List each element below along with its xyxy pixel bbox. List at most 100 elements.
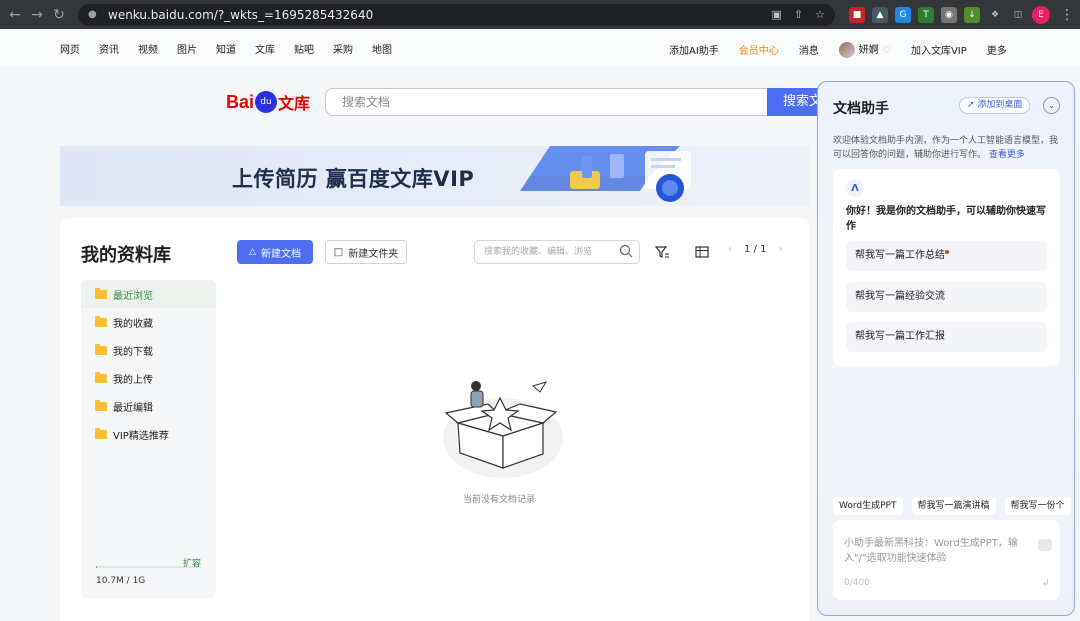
storage-bar: 扩容 <box>96 559 201 569</box>
send-icon[interactable]: ↲ <box>1042 578 1050 589</box>
search-input[interactable]: 搜索文档 <box>325 88 768 116</box>
collapse-icon[interactable]: ⌄ <box>1043 97 1060 114</box>
storage-used: 10.7M <box>96 576 124 586</box>
share-icon[interactable]: ⇧ <box>794 8 803 21</box>
baidu-wenku-logo[interactable]: Bai du 文库 <box>226 88 310 116</box>
add-to-desktop-button[interactable]: ➚ 添加到桌面 <box>959 97 1031 114</box>
search-icon[interactable] <box>619 244 633 258</box>
extension-shield-icon[interactable]: ▲ <box>872 6 888 23</box>
next-page-icon[interactable]: › <box>778 244 782 255</box>
suggestion-experience-exchange[interactable]: 帮我写一篇经验交流 <box>846 282 1047 312</box>
nav-link-map[interactable]: 地图 <box>372 41 392 56</box>
camera-icon[interactable]: ◉ <box>941 6 957 23</box>
library-search-input[interactable]: 搜索我的收藏、编辑、浏览 <box>474 240 640 264</box>
vip-center-link[interactable]: 会员中心 <box>739 42 779 57</box>
chip-write-one[interactable]: 帮我写一份个 <box>1004 497 1071 515</box>
pin-icon: ➚ <box>967 100 975 110</box>
new-document-button[interactable]: △ 新建文档 <box>237 240 313 264</box>
nav-link-tieba[interactable]: 贴吧 <box>294 41 314 56</box>
banner-illustration <box>520 146 691 202</box>
nav-link-web[interactable]: 网页 <box>60 41 80 56</box>
nav-link-images[interactable]: 图片 <box>177 41 197 56</box>
folder-icon <box>95 399 107 411</box>
reload-icon[interactable]: ↻ <box>48 4 70 26</box>
nav-link-zhidao[interactable]: 知道 <box>216 41 236 56</box>
download-icon[interactable]: ↓ <box>964 6 980 23</box>
extension-red-icon[interactable]: ■ <box>849 6 865 23</box>
sidebar-item-vip-picks[interactable]: VIP精选推荐 <box>81 420 216 448</box>
char-count: 0/400 <box>844 578 870 588</box>
robot-icon[interactable] <box>1038 539 1052 551</box>
sidepanel-icon[interactable]: ◫ <box>1010 7 1026 23</box>
empty-state-text: 当前没有文档记录 <box>463 495 536 505</box>
forward-icon[interactable]: → <box>26 4 48 26</box>
page-title: 我的资料库 <box>81 245 171 266</box>
nav-link-news[interactable]: 资讯 <box>99 41 119 56</box>
folder-icon <box>95 371 107 383</box>
view-more-link[interactable]: 查看更多 <box>989 150 1025 160</box>
bookmark-star-icon[interactable]: ☆ <box>815 8 825 21</box>
sidebar-item-recent-edits[interactable]: 最近编辑 <box>81 392 216 420</box>
prev-page-icon[interactable]: ‹ <box>728 244 732 255</box>
lock-icon: ● <box>88 9 97 20</box>
expand-storage-link[interactable]: 扩容 <box>183 556 201 569</box>
translate-icon[interactable]: G <box>895 6 911 23</box>
suggestion-work-summary[interactable]: 帮我写一篇工作总结 <box>846 241 1047 271</box>
heart-icon: ♡ <box>881 45 891 56</box>
table-view-icon[interactable] <box>694 244 710 260</box>
new-folder-button[interactable]: □ 新建文件夹 <box>325 240 407 264</box>
empty-box-illustration <box>443 381 563 478</box>
more-link[interactable]: 更多 <box>987 42 1007 57</box>
menu-icon[interactable]: ⋮ <box>1060 7 1074 23</box>
sidebar-item-recent[interactable]: 最近浏览 <box>81 280 216 308</box>
assistant-input[interactable]: 小助手最新黑科技：Word生成PPT，输入"/"选取功能快速体验 0/400 ↲ <box>833 520 1060 600</box>
quick-actions: Word生成PPT 帮我写一篇演讲稿 帮我写一份个 <box>833 497 1071 515</box>
document-assistant-panel: 文档助手 ➚ 添加到桌面 ⌄ 欢迎体验文档助手内测，作为一个人工智能语言模型，我… <box>817 81 1075 616</box>
folder-outline-icon: □ <box>333 246 344 258</box>
assistant-logo-icon: Λ <box>846 179 864 197</box>
back-icon[interactable]: ← <box>4 4 26 26</box>
install-icon[interactable]: ▣ <box>772 8 782 21</box>
nav-link-wenku[interactable]: 文库 <box>255 41 275 56</box>
library-panel: 我的资料库 △ 新建文档 □ 新建文件夹 搜索我的收藏、编辑、浏览 ‹ 1 / … <box>60 218 810 621</box>
storage-total: 1G <box>132 576 146 586</box>
assistant-intro: 欢迎体验文档助手内测，作为一个人工智能语言模型，我可以回答你的问题，辅助你进行写… <box>833 136 1059 160</box>
extension-t-icon[interactable]: T <box>918 6 934 23</box>
sidebar-item-favorites[interactable]: 我的收藏 <box>81 308 216 336</box>
assistant-input-placeholder: 小助手最新黑科技：Word生成PPT，输入"/"选取功能快速体验 <box>844 538 1018 564</box>
doc-icon: △ <box>249 247 256 257</box>
suggestion-work-report[interactable]: 帮我写一篇工作汇报 <box>846 322 1047 352</box>
top-navigation: 网页 资讯 视频 图片 知道 文库 贴吧 采购 地图 添加AI助手 会员中心 消… <box>0 29 1080 67</box>
username: 妍婀 <box>858 45 879 56</box>
profile-avatar[interactable]: E <box>1032 5 1050 24</box>
paw-icon: du <box>255 91 278 113</box>
folder-icon <box>95 315 107 327</box>
assistant-greeting: 你好！我是你的文档助手，可以辅助你快速写作 <box>846 206 1046 232</box>
sidebar-item-downloads[interactable]: 我的下载 <box>81 336 216 364</box>
user-menu[interactable]: 妍婀 ♡ <box>838 41 891 58</box>
new-dot <box>945 250 949 254</box>
storage-fill <box>96 566 98 568</box>
chip-speech[interactable]: 帮我写一篇演讲稿 <box>911 497 996 515</box>
sidebar-item-uploads[interactable]: 我的上传 <box>81 364 216 392</box>
assistant-welcome-card: Λ 你好！我是你的文档助手，可以辅助你快速写作 帮我写一篇工作总结 帮我写一篇经… <box>833 169 1060 366</box>
add-ai-helper-link[interactable]: 添加AI助手 <box>669 42 719 57</box>
nav-link-purchase[interactable]: 采购 <box>333 41 353 56</box>
nav-link-video[interactable]: 视频 <box>138 41 158 56</box>
join-vip-link[interactable]: 加入文库VIP <box>911 42 967 57</box>
page-indicator: 1 / 1 <box>744 244 767 255</box>
banner-text: 上传简历 赢百度文库VIP <box>232 167 475 191</box>
puzzle-icon[interactable]: ❖ <box>987 7 1003 23</box>
filter-icon[interactable] <box>654 244 670 260</box>
address-bar[interactable]: ● wenku.baidu.com/?_wkts_=1695285432640 … <box>78 3 835 26</box>
messages-link[interactable]: 消息 <box>799 42 819 57</box>
folder-icon <box>95 343 107 355</box>
url-text: wenku.baidu.com/?_wkts_=1695285432640 <box>108 7 374 22</box>
promo-banner[interactable]: 上传简历 赢百度文库VIP <box>60 146 810 206</box>
storage-usage: 扩容 10.7M / 1G <box>96 559 201 586</box>
pagination: ‹ 1 / 1 › <box>728 244 782 255</box>
folder-icon <box>95 287 107 299</box>
folder-icon <box>95 427 107 439</box>
chip-word-to-ppt[interactable]: Word生成PPT <box>833 497 903 515</box>
browser-toolbar: ← → ↻ ● wenku.baidu.com/?_wkts_=16952854… <box>0 0 1080 29</box>
